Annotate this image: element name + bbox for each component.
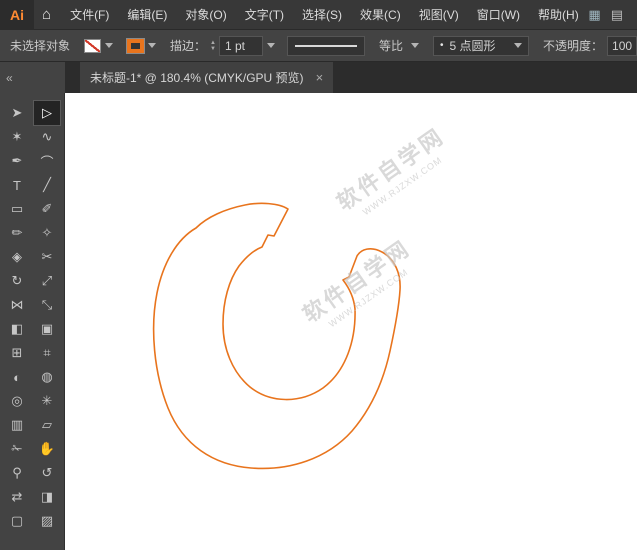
tools-panel: ➤ ▷ ✶ ∿ ✒ ⌒ T ╱ ▭ ✐ ✏ ✧ ◈ ✂ ↻ ⤢ ⋈ ⤡ ◧ ▣ ⊞ ⌗ ◐ ◍ ◎ ✳ ▥ ▱ ✁ ✋ ⚲ ↺ ⇄ ◨ ▢ ▨: [0, 93, 65, 550]
menu-items: 文件(F) 编辑(E) 对象(O) 文字(T) 选择(S) 效果(C) 视图(V) 窗口(W)…: [61, 0, 588, 30]
rectangle-tool[interactable]: ▭: [4, 197, 30, 221]
scissors-tool[interactable]: ✂: [34, 245, 60, 269]
brush-dropdown[interactable]: • 5 点圆形: [433, 35, 529, 56]
lasso-tool[interactable]: ∿: [34, 125, 60, 149]
menu-bar: Ai ⌂ 文件(F) 编辑(E) 对象(O) 文字(T) 选择(S) 效果(C) 视图(V)…: [0, 0, 637, 30]
chevron-down-icon[interactable]: [105, 43, 114, 48]
slice-tool[interactable]: ✁: [4, 437, 30, 461]
artboard: [152, 202, 401, 470]
line-segment-tool[interactable]: ╱: [34, 173, 60, 197]
chevron-down-icon[interactable]: [266, 43, 275, 48]
rotate-view-tool[interactable]: ↺: [34, 461, 60, 485]
chevron-down-icon[interactable]: [514, 43, 522, 48]
rotate-tool[interactable]: ↻: [4, 269, 30, 293]
direct-selection-tool[interactable]: ▷: [33, 100, 61, 126]
symbol-sprayer-tool[interactable]: ✳: [34, 389, 60, 413]
live-paint-bucket-tool[interactable]: ▣: [34, 317, 60, 341]
mesh-tool[interactable]: ⌗: [34, 341, 60, 365]
blend-tool[interactable]: ◎: [4, 389, 30, 413]
fill-stroke-indicator[interactable]: ◨: [34, 485, 60, 509]
pen-tool[interactable]: ✒: [4, 149, 30, 173]
fill-color-swatch[interactable]: [84, 38, 102, 53]
swap-fill-stroke-tool[interactable]: ⇄: [4, 485, 30, 509]
opacity-field[interactable]: 100: [607, 35, 637, 56]
width-profile-dropdown[interactable]: [286, 35, 365, 56]
column-graph-tool[interactable]: ▥: [4, 413, 30, 437]
app-logo[interactable]: Ai: [0, 0, 34, 30]
width-profile-preview: [294, 44, 357, 47]
draw-mode-tool[interactable]: ▢: [4, 509, 30, 533]
tab-bar: « 未标题-1* @ 180.4% (CMYK/GPU 预览) ×: [0, 62, 637, 93]
eraser-tool[interactable]: ◈: [4, 245, 30, 269]
width-profile-label: 等比: [378, 39, 403, 53]
type-tool[interactable]: T: [4, 173, 30, 197]
brush-preview-icon: •: [440, 40, 444, 51]
illustrator-window: Ai ⌂ 文件(F) 编辑(E) 对象(O) 文字(T) 选择(S) 效果(C) 视图(V)…: [0, 0, 637, 550]
close-icon[interactable]: ×: [316, 71, 324, 84]
canvas[interactable]: 软件自学网 WWW.RJZXW.COM 软件自学网 WWW.RJZXW.COM: [65, 93, 637, 550]
zoom-tool[interactable]: ⚲: [4, 461, 30, 485]
selection-status: 未选择对象: [10, 39, 71, 53]
menu-item-help[interactable]: 帮助(H): [529, 0, 588, 30]
shape-builder-tool[interactable]: ◧: [4, 317, 30, 341]
toolbar-header: «: [0, 62, 65, 93]
workspace-switcher-icon[interactable]: ▤: [611, 7, 623, 23]
stroke-color-swatch[interactable]: [126, 37, 146, 54]
menu-item-view[interactable]: 视图(V): [410, 0, 468, 30]
artboard-tool[interactable]: ▱: [34, 413, 60, 437]
brush-name: 5 点圆形: [449, 39, 496, 53]
u-shape-path[interactable]: [152, 202, 401, 470]
curvature-tool[interactable]: ⌒: [34, 149, 60, 173]
chevron-down-icon[interactable]: [148, 43, 157, 48]
menu-item-type[interactable]: 文字(T): [236, 0, 293, 30]
chevron-down-icon[interactable]: [411, 43, 419, 48]
perspective-grid-tool[interactable]: ⊞: [4, 341, 30, 365]
pencil-tool[interactable]: ✏: [4, 221, 30, 245]
menu-item-object[interactable]: 对象(O): [176, 0, 235, 30]
menu-item-effect[interactable]: 效果(C): [351, 0, 410, 30]
home-icon[interactable]: ⌂: [42, 6, 51, 23]
width-tool[interactable]: ⋈: [4, 293, 30, 317]
document-tab-title: 未标题-1* @ 180.4% (CMYK/GPU 预览): [90, 71, 304, 85]
shaper-tool[interactable]: ✧: [34, 221, 60, 245]
collapse-toolbar-icon[interactable]: «: [0, 71, 13, 85]
stroke-weight-stepper[interactable]: ▲ ▼: [210, 40, 216, 52]
screen-mode-tool[interactable]: ▨: [34, 509, 60, 533]
paintbrush-tool[interactable]: ✐: [34, 197, 60, 221]
menu-item-file[interactable]: 文件(F): [61, 0, 118, 30]
arrange-documents-icon[interactable]: ▦: [588, 7, 600, 23]
gradient-tool[interactable]: ◐: [4, 365, 30, 389]
eyedropper-tool[interactable]: ◍: [34, 365, 60, 389]
scale-tool[interactable]: ⤢: [34, 269, 60, 293]
hand-tool[interactable]: ✋: [34, 437, 60, 461]
document-tab[interactable]: 未标题-1* @ 180.4% (CMYK/GPU 预览) ×: [80, 62, 334, 93]
selection-tool[interactable]: ➤: [4, 101, 30, 125]
magic-wand-tool[interactable]: ✶: [4, 125, 30, 149]
menu-item-window[interactable]: 窗口(W): [468, 0, 529, 30]
menu-item-edit[interactable]: 编辑(E): [118, 0, 176, 30]
control-bar: 未选择对象 描边： ▲ ▼ 1 pt 等比 • 5 点圆形 不透明度： 100: [0, 30, 637, 62]
opacity-label: 不透明度：: [543, 39, 604, 53]
menu-item-select[interactable]: 选择(S): [293, 0, 351, 30]
free-transform-tool[interactable]: ⤡: [34, 293, 60, 317]
stroke-weight-label: 描边：: [170, 39, 207, 53]
stroke-weight-field[interactable]: 1 pt: [218, 35, 263, 56]
